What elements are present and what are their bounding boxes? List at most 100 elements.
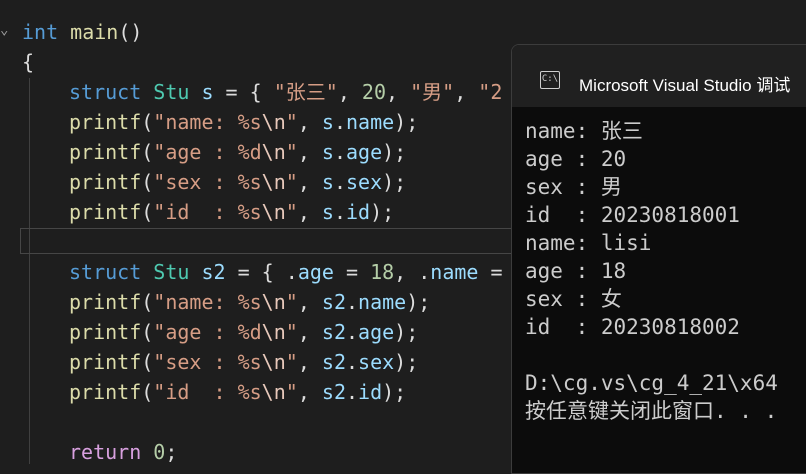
console-line: sex : 男 bbox=[525, 175, 622, 199]
number-literal: 18 bbox=[370, 260, 395, 284]
code-line-printf-s2-sex[interactable]: printf("sex : %s\n", s2.sex); bbox=[69, 347, 418, 377]
assign: = bbox=[478, 260, 503, 284]
paren: ( bbox=[141, 110, 154, 134]
string-literal: " bbox=[285, 110, 298, 134]
console-line: age : 20 bbox=[525, 147, 627, 171]
var-ref: s2 bbox=[321, 380, 346, 404]
var-ref: s bbox=[321, 200, 334, 224]
field-ref: age bbox=[346, 140, 383, 164]
open-brace: { bbox=[22, 50, 35, 74]
keyword-int: int bbox=[22, 20, 59, 44]
debug-console-window[interactable]: C:\ Microsoft Visual Studio 调试 name: 张三 … bbox=[511, 44, 806, 474]
code-line-main-signature[interactable]: int main() bbox=[22, 17, 142, 47]
function-printf: printf bbox=[69, 320, 142, 344]
comma: , . bbox=[394, 260, 431, 284]
comma: , bbox=[297, 290, 322, 314]
paren: ( bbox=[141, 350, 154, 374]
var-ref: s bbox=[321, 110, 334, 134]
string-literal: "name: %s bbox=[153, 110, 262, 134]
function-printf: printf bbox=[69, 350, 142, 374]
string-literal: "男" bbox=[410, 80, 455, 104]
code-line-struct-s2[interactable]: struct Stu s2 = { .age = 18, .name = bbox=[69, 257, 503, 287]
escape-seq: \n bbox=[261, 140, 286, 164]
string-literal: "2 bbox=[478, 80, 503, 104]
statement-end: ); bbox=[394, 110, 419, 134]
dot: . bbox=[346, 380, 359, 404]
statement-end: ); bbox=[382, 380, 407, 404]
statement-end: ); bbox=[394, 350, 419, 374]
var-ref: s bbox=[321, 140, 334, 164]
field-ref: age bbox=[358, 320, 395, 344]
function-printf: printf bbox=[69, 200, 142, 224]
console-titlebar[interactable]: C:\ Microsoft Visual Studio 调试 bbox=[512, 45, 806, 107]
code-line-open-brace[interactable]: { bbox=[22, 47, 34, 77]
function-name-main: main bbox=[70, 20, 119, 44]
code-line-printf-s2-id[interactable]: printf("id : %s\n", s2.id); bbox=[69, 377, 406, 407]
comma: , bbox=[386, 80, 411, 104]
comma: , bbox=[297, 200, 322, 224]
dot: . bbox=[346, 290, 359, 314]
var-ref: s2 bbox=[321, 290, 346, 314]
keyword-return: return bbox=[69, 440, 142, 464]
dot: . bbox=[346, 320, 359, 344]
escape-seq: \n bbox=[261, 350, 286, 374]
code-line-return[interactable]: return 0; bbox=[69, 437, 177, 467]
console-output: name: 张三 age : 20 sex : 男 id : 202308180… bbox=[525, 117, 778, 425]
comma: , bbox=[297, 110, 322, 134]
code-line-printf-id[interactable]: printf("id : %s\n", s.id); bbox=[69, 197, 394, 227]
string-literal: "张三" bbox=[273, 80, 338, 104]
field-ref: sex bbox=[346, 170, 383, 194]
paren: ( bbox=[141, 170, 154, 194]
string-literal: "sex : %s bbox=[153, 350, 262, 374]
field-ref: name bbox=[430, 260, 479, 284]
escape-seq: \n bbox=[261, 290, 286, 314]
console-line: sex : 女 bbox=[525, 287, 622, 311]
comma: , bbox=[337, 80, 362, 104]
comma: , bbox=[454, 80, 479, 104]
string-literal: "sex : %s bbox=[153, 170, 262, 194]
function-printf: printf bbox=[69, 380, 142, 404]
code-line-printf-age[interactable]: printf("age : %d\n", s.age); bbox=[69, 137, 406, 167]
console-line: name: lisi bbox=[525, 231, 652, 255]
function-printf: printf bbox=[69, 170, 142, 194]
field-ref: id bbox=[358, 380, 383, 404]
field-ref: id bbox=[346, 200, 371, 224]
comma: , bbox=[297, 170, 322, 194]
paren: ( bbox=[141, 320, 154, 344]
comma: , bbox=[297, 380, 322, 404]
escape-seq: \n bbox=[261, 110, 286, 134]
escape-seq: \n bbox=[261, 170, 286, 194]
collapse-chevron-icon[interactable]: ⌄ bbox=[0, 22, 8, 38]
paren: ( bbox=[141, 380, 154, 404]
function-printf: printf bbox=[69, 110, 142, 134]
number-literal: 20 bbox=[361, 80, 387, 104]
comma: , bbox=[297, 350, 322, 374]
escape-seq: \n bbox=[261, 320, 286, 344]
code-line-printf-sex[interactable]: printf("sex : %s\n", s.sex); bbox=[69, 167, 406, 197]
console-line: id : 20230818002 bbox=[525, 315, 740, 339]
statement-end: ); bbox=[370, 200, 395, 224]
indent-guide bbox=[29, 78, 30, 464]
var-ref: s bbox=[321, 170, 334, 194]
string-literal: "id : %s bbox=[153, 200, 262, 224]
string-literal: "name: %s bbox=[153, 290, 262, 314]
code-line-printf-name[interactable]: printf("name: %s\n", s.name); bbox=[69, 107, 418, 137]
console-title: Microsoft Visual Studio 调试 bbox=[579, 76, 791, 95]
field-ref: name bbox=[358, 290, 407, 314]
statement-end: ); bbox=[406, 290, 431, 314]
string-literal: " bbox=[285, 380, 298, 404]
dot: . bbox=[333, 140, 346, 164]
type-stu: Stu bbox=[153, 80, 190, 104]
code-line-printf-s2-name[interactable]: printf("name: %s\n", s2.name); bbox=[69, 287, 430, 317]
string-literal: " bbox=[285, 320, 298, 344]
field-ref: sex bbox=[358, 350, 395, 374]
code-line-struct-s[interactable]: struct Stu s = { "张三", 20, "男", "2 bbox=[69, 77, 502, 107]
keyword-struct: struct bbox=[69, 260, 142, 284]
field-ref: age bbox=[297, 260, 334, 284]
dot: . bbox=[333, 170, 346, 194]
string-literal: " bbox=[285, 290, 298, 314]
string-literal: " bbox=[285, 350, 298, 374]
dot: . bbox=[333, 110, 346, 134]
assign: = bbox=[333, 260, 371, 284]
code-line-printf-s2-age[interactable]: printf("age : %d\n", s2.age); bbox=[69, 317, 418, 347]
